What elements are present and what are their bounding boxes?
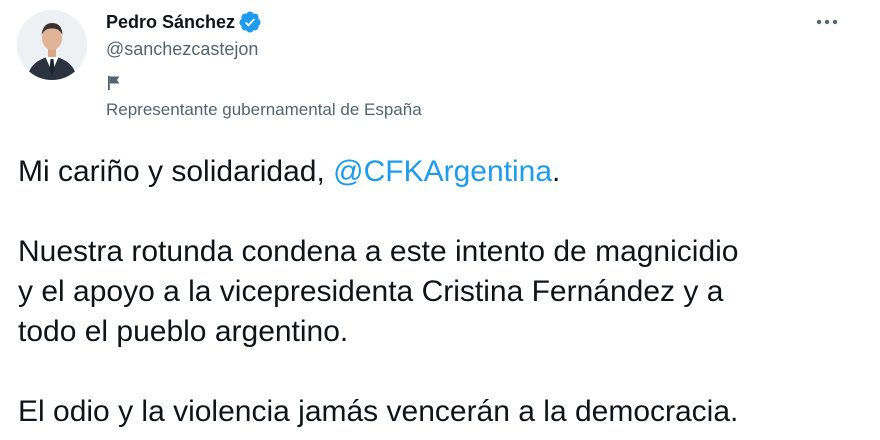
avatar[interactable] xyxy=(17,10,87,80)
more-options-icon xyxy=(816,19,838,25)
tweet-text: Mi cariño y solidaridad, @CFKArgentina. … xyxy=(18,152,868,432)
tweet-line: Nuestra rotunda condena a este intento d… xyxy=(18,235,739,268)
more-options-button[interactable] xyxy=(808,8,846,36)
tweet-paragraph-2: Nuestra rotunda condena a este intento d… xyxy=(18,232,868,352)
tweet-text-prefix: Mi cariño y solidaridad, xyxy=(18,155,334,188)
verified-badge-icon xyxy=(238,10,262,34)
flag-icon xyxy=(106,74,124,92)
author-handle[interactable]: @sanchezcastejon xyxy=(106,39,262,60)
name-row: Pedro Sánchez xyxy=(106,8,262,36)
mention-link[interactable]: @CFKArgentina xyxy=(333,155,552,188)
author-block: Pedro Sánchez @sanchezcastejon xyxy=(106,8,262,60)
tweet-paragraph-1: Mi cariño y solidaridad, @CFKArgentina. xyxy=(18,152,868,192)
tweet-text-suffix: . xyxy=(552,155,561,188)
tweet-paragraph-3: El odio y la violencia jamás vencerán a … xyxy=(18,395,739,428)
avatar-photo xyxy=(17,10,87,80)
government-label: Representante gubernamental de España xyxy=(106,100,422,119)
author-name[interactable]: Pedro Sánchez xyxy=(106,12,235,33)
tweet-line: todo el pueblo argentino. xyxy=(18,315,349,348)
tweet-line: y el apoyo a la vicepresidenta Cristina … xyxy=(18,275,724,308)
tweet: Pedro Sánchez @sanchezcastejon Represent… xyxy=(0,0,880,440)
